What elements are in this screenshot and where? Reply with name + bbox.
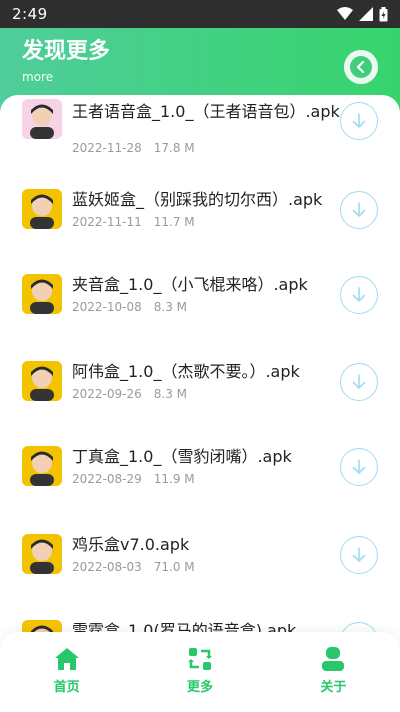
- file-meta: 2022-11-28 17.8 M: [72, 141, 195, 155]
- file-name: 王者语音盒_1.0_（王者语音包）.apk: [72, 102, 340, 121]
- tab-home-label: 首页: [53, 680, 80, 695]
- file-size: 11.9 M: [153, 472, 195, 486]
- file-date: 2022-08-29: [72, 472, 142, 486]
- file-meta: 2022-08-03 71.0 M: [72, 560, 195, 574]
- tab-more-label: 更多: [186, 680, 213, 695]
- file-list-item[interactable]: 蓝妖姬盒_（别踩我的切尔西）.apk 2022-11-11 11.7 M: [0, 182, 400, 262]
- download-icon: [352, 547, 366, 562]
- page-title: 发现更多: [22, 39, 111, 64]
- download-button[interactable]: [340, 448, 378, 486]
- file-date: 2022-09-26: [72, 387, 142, 401]
- download-button[interactable]: [340, 276, 378, 314]
- back-button[interactable]: [344, 50, 378, 84]
- download-icon: [352, 202, 366, 217]
- file-size: 8.3 M: [153, 387, 188, 401]
- file-meta: 2022-09-26 8.3 M: [72, 387, 187, 401]
- user-icon: [322, 647, 345, 671]
- file-date: 2022-10-08: [72, 300, 142, 314]
- file-avatar: [22, 99, 62, 139]
- header: 发现更多 more: [22, 38, 110, 84]
- file-list-item[interactable]: 鸡乐盒v7.0.apk 2022-08-03 71.0 M: [0, 527, 400, 607]
- download-icon: [352, 459, 366, 474]
- file-date: 2022-11-11: [72, 215, 142, 229]
- file-meta: 2022-10-08 8.3 M: [72, 300, 187, 314]
- file-list-item[interactable]: 夹音盒_1.0_（小飞棍来咯）.apk 2022-10-08 8.3 M: [0, 267, 400, 347]
- status-time: 2:49: [12, 5, 48, 23]
- tab-about-label: 关于: [320, 680, 347, 695]
- file-list-item[interactable]: 丁真盒_1.0_（雪豹闭嘴）.apk 2022-08-29 11.9 M: [0, 439, 400, 519]
- file-avatar: [22, 274, 62, 314]
- tab-about[interactable]: 关于: [267, 632, 400, 712]
- bottom-tab-bar: 首页 更多 关于: [0, 632, 400, 712]
- tab-home[interactable]: 首页: [0, 632, 133, 712]
- refresh-icon: [187, 648, 212, 670]
- file-name: 蓝妖姬盒_（别踩我的切尔西）.apk: [72, 190, 323, 209]
- file-avatar: [22, 446, 62, 486]
- wifi-icon: [337, 7, 353, 20]
- file-meta: 2022-11-11 11.7 M: [72, 215, 195, 229]
- file-avatar: [22, 361, 62, 401]
- download-button[interactable]: [340, 363, 378, 401]
- download-icon: [352, 113, 366, 128]
- file-avatar: [22, 189, 62, 229]
- download-icon: [352, 287, 366, 302]
- download-button[interactable]: [340, 191, 378, 229]
- battery-icon: [379, 6, 388, 21]
- file-list-card[interactable]: 王者语音盒_1.0_（王者语音包）.apk 2022-11-28 17.8 M 蓝妖姬…: [0, 95, 400, 650]
- file-meta: 2022-08-29 11.9 M: [72, 472, 195, 486]
- file-size: 8.3 M: [153, 300, 188, 314]
- status-icons: [337, 6, 388, 22]
- page-subtitle: more: [22, 70, 54, 84]
- file-size: 11.7 M: [153, 215, 195, 229]
- file-name: 鸡乐盒v7.0.apk: [72, 535, 190, 554]
- file-list-item[interactable]: 王者语音盒_1.0_（王者语音包）.apk 2022-11-28 17.8 M: [0, 95, 400, 175]
- tab-more[interactable]: 更多: [133, 632, 266, 712]
- home-icon: [54, 648, 79, 670]
- file-name: 阿伟盒_1.0_（杰歌不要。）.apk: [72, 362, 300, 381]
- file-date: 2022-08-03: [72, 560, 142, 574]
- file-date: 2022-11-28: [72, 141, 142, 155]
- signal-icon: [359, 7, 373, 21]
- download-button[interactable]: [340, 102, 378, 140]
- file-name: 丁真盒_1.0_（雪豹闭嘴）.apk: [72, 447, 292, 466]
- download-icon: [352, 374, 366, 389]
- download-button[interactable]: [340, 536, 378, 574]
- file-size: 17.8 M: [153, 141, 195, 155]
- file-list-item[interactable]: 阿伟盒_1.0_（杰歌不要。）.apk 2022-09-26 8.3 M: [0, 354, 400, 434]
- file-size: 71.0 M: [153, 560, 195, 574]
- chevron-left-icon: [344, 50, 378, 84]
- file-avatar: [22, 534, 62, 574]
- file-name: 夹音盒_1.0_（小飞棍来咯）.apk: [72, 275, 308, 294]
- status-bar: 2:49: [0, 0, 400, 28]
